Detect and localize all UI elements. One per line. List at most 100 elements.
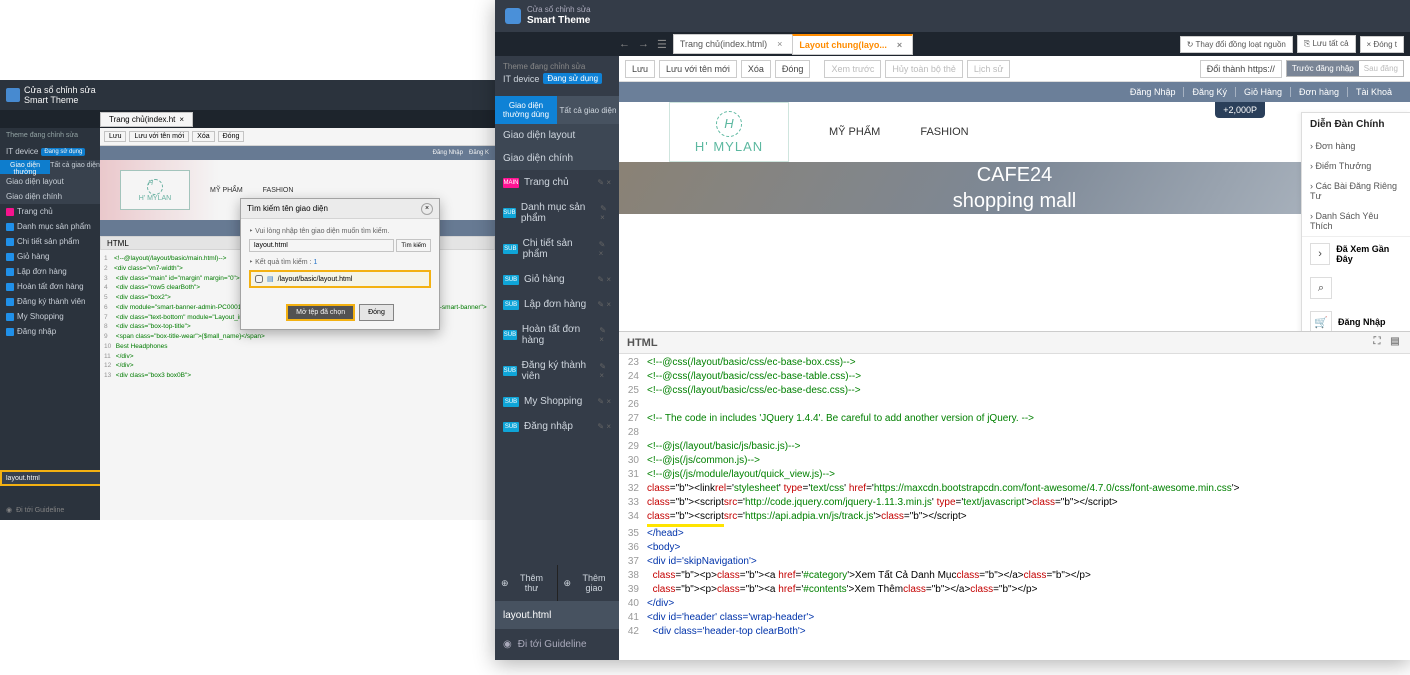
lg-item-0[interactable]: MAINTrang chủ✎ × bbox=[495, 170, 619, 195]
close-icon[interactable]: × bbox=[179, 115, 184, 124]
forward-icon[interactable]: → bbox=[638, 38, 649, 51]
code-line[interactable]: 25<!--@css(/layout/basic/css/ec-base-des… bbox=[619, 384, 1410, 398]
plink-register[interactable]: Đăng Ký bbox=[1192, 87, 1236, 97]
modal-result-checkbox[interactable] bbox=[255, 275, 263, 283]
search-icon[interactable]: ⌕ bbox=[1310, 277, 1332, 299]
modal-close-icon[interactable]: × bbox=[421, 203, 433, 215]
modal-search-input[interactable] bbox=[249, 239, 394, 252]
sm-delete-button[interactable]: Xóa bbox=[192, 131, 214, 142]
sm-seltab-common[interactable]: Giao diện thường bbox=[0, 160, 50, 174]
sm-item-detail[interactable]: Chi tiết sản phẩm bbox=[0, 234, 100, 249]
item-actions-icon[interactable]: ✎ × bbox=[599, 240, 611, 258]
code-line[interactable]: 23<!--@css(/layout/basic/css/ec-base-box… bbox=[619, 356, 1410, 370]
sm-save-button[interactable]: Lưu bbox=[104, 131, 126, 142]
lg-item-3[interactable]: SUBGiỏ hàng✎ × bbox=[495, 267, 619, 292]
code-line[interactable]: 24<!--@css(/layout/basic/css/ec-base-tab… bbox=[619, 370, 1410, 384]
item-actions-icon[interactable]: ✎ × bbox=[599, 362, 611, 380]
plink-login[interactable]: Đăng Nhập bbox=[1130, 87, 1185, 97]
code-line[interactable]: 34class="b"><script src='https://api.adp… bbox=[619, 510, 1410, 527]
cart-icon[interactable]: 🛒 bbox=[1310, 311, 1332, 332]
close-all-button[interactable]: × Đóng t bbox=[1360, 36, 1404, 53]
item-actions-icon[interactable]: ✎ × bbox=[597, 178, 611, 187]
code-line[interactable]: 35</head> bbox=[619, 527, 1410, 541]
add-template-button[interactable]: ⊕Thêm giao bbox=[557, 565, 620, 601]
code-line[interactable]: 39 class="b"><p>class="b"><a href='#cont… bbox=[619, 583, 1410, 597]
bulk-replace-button[interactable]: ↻ Thay đổi đồng loạt nguồn bbox=[1180, 36, 1293, 53]
sm-item-register[interactable]: Đăng ký thành viên bbox=[0, 294, 100, 309]
nav-fashion[interactable]: FASHION bbox=[920, 126, 968, 138]
sm-tab-index[interactable]: Trang chủ(index.ht× bbox=[100, 112, 193, 127]
code-line[interactable]: 40</div> bbox=[619, 597, 1410, 611]
sm-item-category[interactable]: Danh mục sản phẩm bbox=[0, 219, 100, 234]
float-link-private[interactable]: › Các Bài Đăng Riêng Tư bbox=[1302, 176, 1410, 206]
sm-guideline-link[interactable]: ◉ Đi tới Guideline bbox=[0, 500, 100, 520]
sm-item-home[interactable]: Trang chủ bbox=[0, 204, 100, 219]
preview-logo[interactable]: H H' MYLAN bbox=[669, 102, 789, 162]
add-folder-button[interactable]: ⊕Thêm thư bbox=[495, 565, 557, 601]
code-line[interactable]: 28 bbox=[619, 426, 1410, 440]
float-link-orders[interactable]: › Đơn hàng bbox=[1302, 136, 1410, 156]
sm-item-login[interactable]: Đăng nhập bbox=[0, 324, 100, 339]
float-link-wishlist[interactable]: › Danh Sách Yêu Thích bbox=[1302, 206, 1410, 236]
lg-seltab-common[interactable]: Giao diện thường dùng bbox=[495, 96, 557, 124]
item-actions-icon[interactable]: ✎ × bbox=[597, 397, 611, 406]
lg-seltab-all[interactable]: Tất cả giao diện bbox=[557, 96, 619, 124]
sm-plink-login[interactable]: Đăng Nhập bbox=[433, 150, 463, 156]
plink-account[interactable]: Tài Khoả bbox=[1356, 87, 1400, 97]
split-icon[interactable]: ▤ bbox=[1388, 336, 1402, 350]
sm-nav-cosmetics[interactable]: MỸ PHẨM bbox=[210, 187, 243, 194]
sm-saveas-button[interactable]: Lưu với tên mới bbox=[129, 131, 189, 142]
item-actions-icon[interactable]: ✎ × bbox=[599, 326, 611, 344]
preview-button[interactable]: Xem trước bbox=[824, 60, 881, 78]
sm-item-cart[interactable]: Giỏ hàng bbox=[0, 249, 100, 264]
item-actions-icon[interactable]: ✎ × bbox=[597, 300, 611, 309]
code-line[interactable]: 38 class="b"><p>class="b"><a href='#cate… bbox=[619, 569, 1410, 583]
delete-button[interactable]: Xóa bbox=[741, 60, 771, 78]
history-button[interactable]: Lịch sử bbox=[967, 60, 1011, 78]
expand-icon[interactable]: ⛶ bbox=[1370, 336, 1384, 350]
modal-open-button[interactable]: Mở tệp đã chọn bbox=[286, 304, 355, 321]
lg-item-7[interactable]: SUBMy Shopping✎ × bbox=[495, 389, 619, 414]
code-line[interactable]: 32class="b"><link rel='stylesheet' type=… bbox=[619, 482, 1410, 496]
menu-icon[interactable]: ☰ bbox=[657, 38, 667, 51]
code-line[interactable]: 37<div id='skipNavigation'> bbox=[619, 555, 1410, 569]
sm-nav-fashion[interactable]: FASHION bbox=[263, 187, 294, 194]
code-line[interactable]: 36<body> bbox=[619, 541, 1410, 555]
close-icon[interactable]: × bbox=[897, 40, 902, 50]
sm-seltab-all[interactable]: Tất cả giao diện bbox=[50, 160, 100, 174]
chevron-right-icon[interactable]: › bbox=[1310, 243, 1330, 265]
close-icon[interactable]: × bbox=[777, 39, 782, 49]
modal-search-button[interactable]: Tìm kiếm bbox=[396, 239, 431, 252]
modal-result-row[interactable]: ▤ /layout/basic/layout.html bbox=[249, 270, 431, 288]
sm-item-myshopping[interactable]: My Shopping bbox=[0, 309, 100, 324]
https-button[interactable]: Đổi thành https:// bbox=[1200, 60, 1282, 78]
nav-cosmetics[interactable]: MỸ PHẨM bbox=[829, 126, 880, 138]
tab-layout[interactable]: Layout chung(layo...× bbox=[792, 34, 913, 55]
sm-search-input[interactable] bbox=[2, 472, 101, 484]
lg-item-2[interactable]: SUBChi tiết sản phẩm✎ × bbox=[495, 231, 619, 267]
plink-order[interactable]: Đơn hàng bbox=[1299, 87, 1348, 97]
item-actions-icon[interactable]: ✎ × bbox=[600, 204, 611, 222]
saveas-button[interactable]: Lưu với tên mới bbox=[659, 60, 737, 78]
lg-guideline-link[interactable]: ◉ Đi tới Guideline bbox=[495, 629, 619, 660]
item-actions-icon[interactable]: ✎ × bbox=[597, 422, 611, 431]
code-line[interactable]: 42 <div class='header-top clearBoth'> bbox=[619, 625, 1410, 639]
before-login-option[interactable]: Trước đăng nhập bbox=[1287, 61, 1359, 76]
after-login-option[interactable]: Sau đăng bbox=[1359, 61, 1403, 76]
save-button[interactable]: Lưu bbox=[625, 60, 655, 78]
sm-plink-register[interactable]: Đăng K bbox=[469, 150, 489, 156]
lg-item-5[interactable]: SUBHoàn tất đơn hàng✎ × bbox=[495, 317, 619, 353]
plink-cart[interactable]: Giỏ Hàng bbox=[1244, 87, 1291, 97]
code-editor[interactable]: 23<!--@css(/layout/basic/css/ec-base-box… bbox=[619, 354, 1410, 660]
sm-close-button[interactable]: Đóng bbox=[218, 131, 245, 142]
modal-close-button[interactable]: Đóng bbox=[359, 304, 394, 321]
lg-item-4[interactable]: SUBLập đơn hàng✎ × bbox=[495, 292, 619, 317]
code-line[interactable]: 33class="b"><script src='http://code.jqu… bbox=[619, 496, 1410, 510]
float-link-points[interactable]: › Điểm Thưởng bbox=[1302, 156, 1410, 176]
lg-item-8[interactable]: SUBĐăng nhập✎ × bbox=[495, 414, 619, 439]
login-state-toggle[interactable]: Trước đăng nhập Sau đăng bbox=[1286, 60, 1404, 77]
code-line[interactable]: 41<div id='header' class='wrap-header'> bbox=[619, 611, 1410, 625]
canceltags-button[interactable]: Hủy toàn bộ thẻ bbox=[885, 60, 963, 78]
lg-item-6[interactable]: SUBĐăng ký thành viên✎ × bbox=[495, 353, 619, 389]
close-button[interactable]: Đóng bbox=[775, 60, 811, 78]
